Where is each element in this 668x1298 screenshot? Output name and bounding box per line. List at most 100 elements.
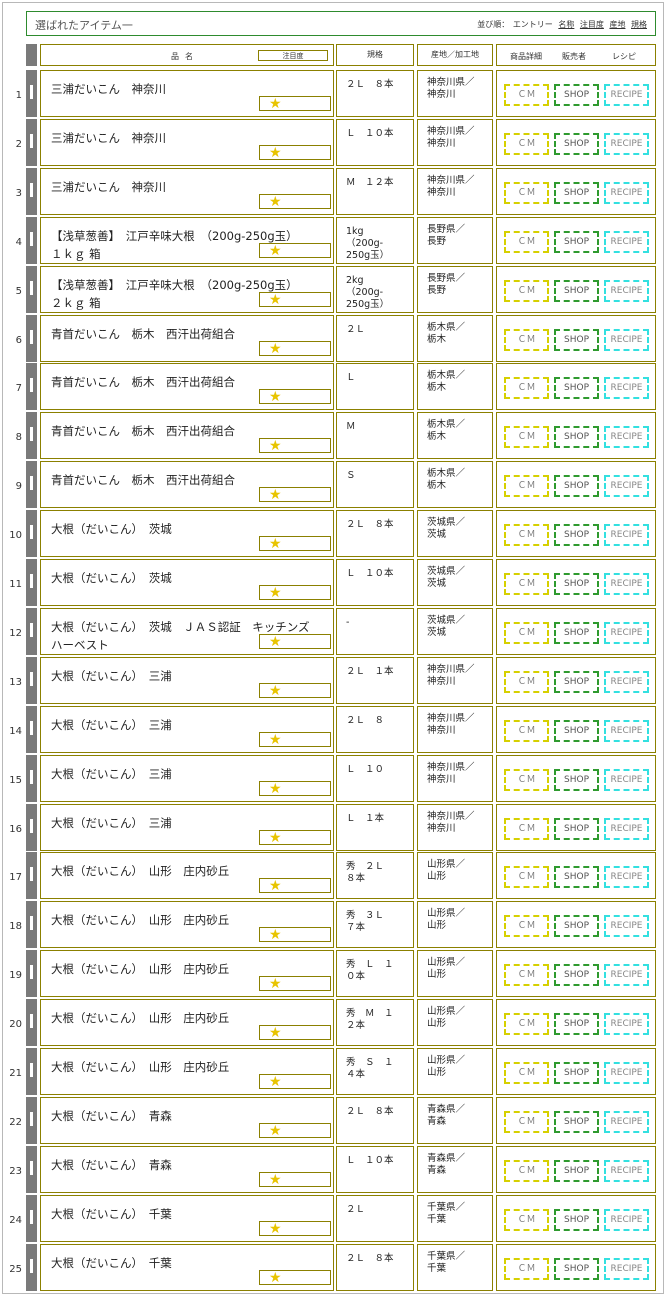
recipe-button[interactable]: RECIPE bbox=[604, 328, 649, 351]
cm-button[interactable]: ＣＭ bbox=[504, 426, 549, 449]
row-handle[interactable] bbox=[26, 70, 37, 117]
row-handle[interactable] bbox=[26, 265, 37, 313]
attention-button[interactable]: ★ bbox=[259, 96, 331, 112]
attention-button[interactable]: ★ bbox=[259, 1074, 331, 1090]
row-handle[interactable] bbox=[26, 852, 37, 900]
attention-button[interactable]: ★ bbox=[259, 242, 331, 259]
cm-button[interactable]: ＣＭ bbox=[504, 328, 549, 351]
cm-button[interactable]: ＣＭ bbox=[504, 475, 549, 498]
recipe-button[interactable]: RECIPE bbox=[604, 1110, 649, 1133]
row-handle[interactable] bbox=[26, 754, 37, 802]
recipe-button[interactable]: RECIPE bbox=[604, 1159, 649, 1182]
attention-button[interactable]: ★ bbox=[259, 536, 331, 552]
recipe-button[interactable]: RECIPE bbox=[604, 279, 649, 302]
recipe-button[interactable]: RECIPE bbox=[604, 670, 649, 693]
row-handle[interactable] bbox=[26, 1194, 37, 1242]
row-handle[interactable] bbox=[26, 118, 37, 166]
recipe-button[interactable]: RECIPE bbox=[604, 621, 649, 644]
attention-button[interactable]: ★ bbox=[259, 1171, 331, 1188]
attention-button[interactable]: ★ bbox=[259, 1122, 331, 1139]
shop-button[interactable]: SHOP bbox=[554, 670, 599, 693]
cm-button[interactable]: ＣＭ bbox=[504, 230, 549, 253]
attention-button[interactable]: ★ bbox=[259, 193, 331, 210]
cm-button[interactable]: ＣＭ bbox=[504, 132, 549, 155]
shop-button[interactable]: SHOP bbox=[554, 1013, 599, 1036]
cm-button[interactable]: ＣＭ bbox=[504, 279, 549, 302]
attention-button[interactable]: ★ bbox=[259, 829, 331, 846]
shop-button[interactable]: SHOP bbox=[554, 230, 599, 253]
row-handle[interactable] bbox=[26, 314, 37, 362]
shop-button[interactable]: SHOP bbox=[554, 1159, 599, 1182]
attention-button[interactable]: ★ bbox=[259, 389, 331, 405]
recipe-button[interactable]: RECIPE bbox=[604, 84, 649, 106]
attention-button[interactable]: ★ bbox=[259, 487, 331, 503]
attention-button[interactable]: ★ bbox=[259, 927, 331, 943]
cm-button[interactable]: ＣＭ bbox=[504, 1159, 549, 1182]
shop-button[interactable]: SHOP bbox=[554, 866, 599, 889]
row-handle[interactable] bbox=[26, 510, 37, 558]
shop-button[interactable]: SHOP bbox=[554, 279, 599, 302]
recipe-button[interactable]: RECIPE bbox=[604, 768, 649, 791]
attention-button[interactable]: ★ bbox=[259, 976, 331, 992]
recipe-button[interactable]: RECIPE bbox=[604, 719, 649, 742]
recipe-button[interactable]: RECIPE bbox=[604, 475, 649, 498]
recipe-button[interactable]: RECIPE bbox=[604, 181, 649, 204]
cm-button[interactable]: ＣＭ bbox=[504, 377, 549, 400]
recipe-button[interactable]: RECIPE bbox=[604, 132, 649, 155]
recipe-button[interactable]: RECIPE bbox=[604, 377, 649, 400]
shop-button[interactable]: SHOP bbox=[554, 768, 599, 791]
recipe-button[interactable]: RECIPE bbox=[604, 915, 649, 938]
attention-button[interactable]: ★ bbox=[259, 1269, 331, 1286]
row-handle[interactable] bbox=[26, 656, 37, 704]
recipe-button[interactable]: RECIPE bbox=[604, 426, 649, 449]
cm-button[interactable]: ＣＭ bbox=[504, 964, 549, 987]
shop-button[interactable]: SHOP bbox=[554, 377, 599, 400]
attention-button[interactable]: ★ bbox=[259, 1220, 331, 1237]
sort-by-attention-link[interactable]: 注目度 bbox=[580, 20, 604, 29]
recipe-button[interactable]: RECIPE bbox=[604, 1013, 649, 1036]
recipe-button[interactable]: RECIPE bbox=[604, 1062, 649, 1084]
shop-button[interactable]: SHOP bbox=[554, 1110, 599, 1133]
row-handle[interactable] bbox=[26, 412, 37, 460]
shop-button[interactable]: SHOP bbox=[554, 1208, 599, 1231]
shop-button[interactable]: SHOP bbox=[554, 964, 599, 987]
cm-button[interactable]: ＣＭ bbox=[504, 621, 549, 644]
cm-button[interactable]: ＣＭ bbox=[504, 768, 549, 791]
row-handle[interactable] bbox=[26, 999, 37, 1047]
attention-button[interactable]: ★ bbox=[259, 780, 331, 797]
cm-button[interactable]: ＣＭ bbox=[504, 573, 549, 595]
sort-by-origin-link[interactable]: 産地 bbox=[609, 20, 625, 29]
recipe-button[interactable]: RECIPE bbox=[604, 964, 649, 987]
cm-button[interactable]: ＣＭ bbox=[504, 1013, 549, 1036]
shop-button[interactable]: SHOP bbox=[554, 1257, 599, 1280]
row-handle[interactable] bbox=[26, 461, 37, 509]
row-handle[interactable] bbox=[26, 803, 37, 851]
attention-button[interactable]: ★ bbox=[259, 1025, 331, 1041]
row-handle[interactable] bbox=[26, 1243, 37, 1291]
cm-button[interactable]: ＣＭ bbox=[504, 84, 549, 106]
cm-button[interactable]: ＣＭ bbox=[504, 670, 549, 693]
shop-button[interactable]: SHOP bbox=[554, 573, 599, 595]
shop-button[interactable]: SHOP bbox=[554, 621, 599, 644]
row-handle[interactable] bbox=[26, 607, 37, 655]
row-handle[interactable] bbox=[26, 1145, 37, 1193]
cm-button[interactable]: ＣＭ bbox=[504, 524, 549, 547]
attention-button[interactable]: ★ bbox=[259, 682, 331, 699]
attention-button[interactable]: ★ bbox=[259, 340, 331, 357]
row-handle[interactable] bbox=[26, 216, 37, 264]
recipe-button[interactable]: RECIPE bbox=[604, 817, 649, 840]
shop-button[interactable]: SHOP bbox=[554, 84, 599, 106]
attention-button[interactable]: ★ bbox=[259, 633, 331, 650]
cm-button[interactable]: ＣＭ bbox=[504, 181, 549, 204]
cm-button[interactable]: ＣＭ bbox=[504, 866, 549, 889]
attention-button[interactable]: ★ bbox=[259, 144, 331, 161]
row-handle[interactable] bbox=[26, 559, 37, 606]
shop-button[interactable]: SHOP bbox=[554, 524, 599, 547]
recipe-button[interactable]: RECIPE bbox=[604, 524, 649, 547]
recipe-button[interactable]: RECIPE bbox=[604, 866, 649, 889]
row-handle[interactable] bbox=[26, 1096, 37, 1144]
row-handle[interactable] bbox=[26, 950, 37, 998]
shop-button[interactable]: SHOP bbox=[554, 915, 599, 938]
attention-button[interactable]: ★ bbox=[259, 878, 331, 894]
cm-button[interactable]: ＣＭ bbox=[504, 1208, 549, 1231]
